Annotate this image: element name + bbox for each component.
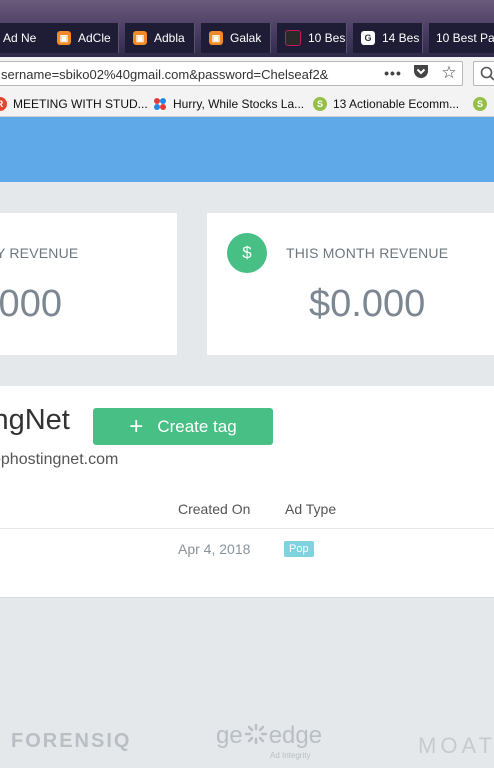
shopify-icon: S <box>473 96 487 111</box>
search-icon <box>480 66 494 81</box>
site-url: ophostingnet.com <box>0 451 119 468</box>
bookmark-item[interactable]: S 13 Actionable Ecomm... <box>313 95 459 112</box>
plus-icon: + <box>129 412 144 440</box>
tab-label: AdCle <box>78 31 111 45</box>
url-text: sername=sbiko02%40gmail.com&password=Che… <box>1 67 329 82</box>
create-tag-label: Create tag <box>157 416 237 436</box>
tab-label: Adbla <box>154 31 185 45</box>
app-header <box>0 117 494 182</box>
bookmark-label: 13 Actionable Ecomm... <box>333 96 460 111</box>
browser-tab[interactable]: Ad Ne <box>0 23 53 53</box>
search-box[interactable] <box>473 61 494 86</box>
g-icon: G <box>361 31 375 45</box>
bookmark-item[interactable]: R MEETING WITH STUD... <box>0 95 148 112</box>
s-icon <box>153 96 167 111</box>
card-label: Y REVENUE <box>0 245 79 261</box>
moat-logo: MOAT <box>418 733 494 758</box>
column-header-ad-type[interactable]: Ad Type <box>285 501 336 517</box>
pocket-icon[interactable] <box>412 64 430 82</box>
table-divider <box>0 528 494 529</box>
column-header-created-on[interactable]: Created On <box>178 501 250 517</box>
geoedge-logo: ge edge <box>216 722 322 750</box>
bookmark-item[interactable]: Hurry, While Stocks La... <box>153 95 304 112</box>
forensiq-logo: FORENSIQ <box>11 730 132 752</box>
card-value: $0.000 <box>309 283 426 325</box>
geoedge-tagline: Ad Integrity <box>270 751 311 760</box>
browser-tab[interactable]: 10 Bes <box>277 23 347 53</box>
card-label: THIS MONTH REVENUE <box>286 245 449 261</box>
created-on-cell: Apr 4, 2018 <box>178 541 251 557</box>
r-icon: R <box>0 96 7 111</box>
bookmark-label: MEETING WITH STUD... <box>13 96 148 111</box>
browser-tab[interactable]: ▣ Adbla <box>125 23 195 53</box>
more-actions-icon[interactable]: ••• <box>384 64 402 82</box>
tab-label: 10 Best Pa <box>436 31 494 45</box>
site-name: ingNet <box>0 404 70 436</box>
dollar-icon: $ <box>227 233 267 273</box>
browser-tab[interactable]: ▣ AdCle <box>50 23 119 53</box>
galaksion-icon: ▣ <box>209 31 223 45</box>
geoedge-logo-left: ge <box>216 722 243 749</box>
card-value: .000 <box>0 283 62 325</box>
browser-tab[interactable]: 10 Best Pa <box>429 23 494 53</box>
adclear-icon: ▣ <box>57 31 71 45</box>
tab-label: 14 Bes <box>382 31 420 45</box>
browser-tab-strip: Ad Ne ▣ AdCle ▣ Adbla ▣ Galak 10 Bes G 1… <box>0 0 494 57</box>
geoedge-burst-icon <box>244 723 267 745</box>
tab-label: Galak <box>230 31 262 45</box>
ad-type-badge: Pop <box>284 541 314 557</box>
browser-tab[interactable]: ▣ Galak <box>201 23 271 53</box>
bookmark-item[interactable]: S <box>473 95 493 112</box>
create-tag-button[interactable]: + Create tag <box>93 408 273 445</box>
adblade-icon: ▣ <box>133 31 147 45</box>
browser-tab[interactable]: G 14 Bes <box>353 23 423 53</box>
tab-label: 10 Bes <box>308 31 346 45</box>
shopify-icon: S <box>313 96 327 111</box>
bookmark-label: Hurry, While Stocks La... <box>173 96 305 111</box>
bookmark-star-icon[interactable]: ☆ <box>440 64 458 82</box>
tab-label: Ad Ne <box>3 31 37 45</box>
site-icon <box>285 30 301 46</box>
geoedge-logo-right: edge <box>268 722 323 749</box>
